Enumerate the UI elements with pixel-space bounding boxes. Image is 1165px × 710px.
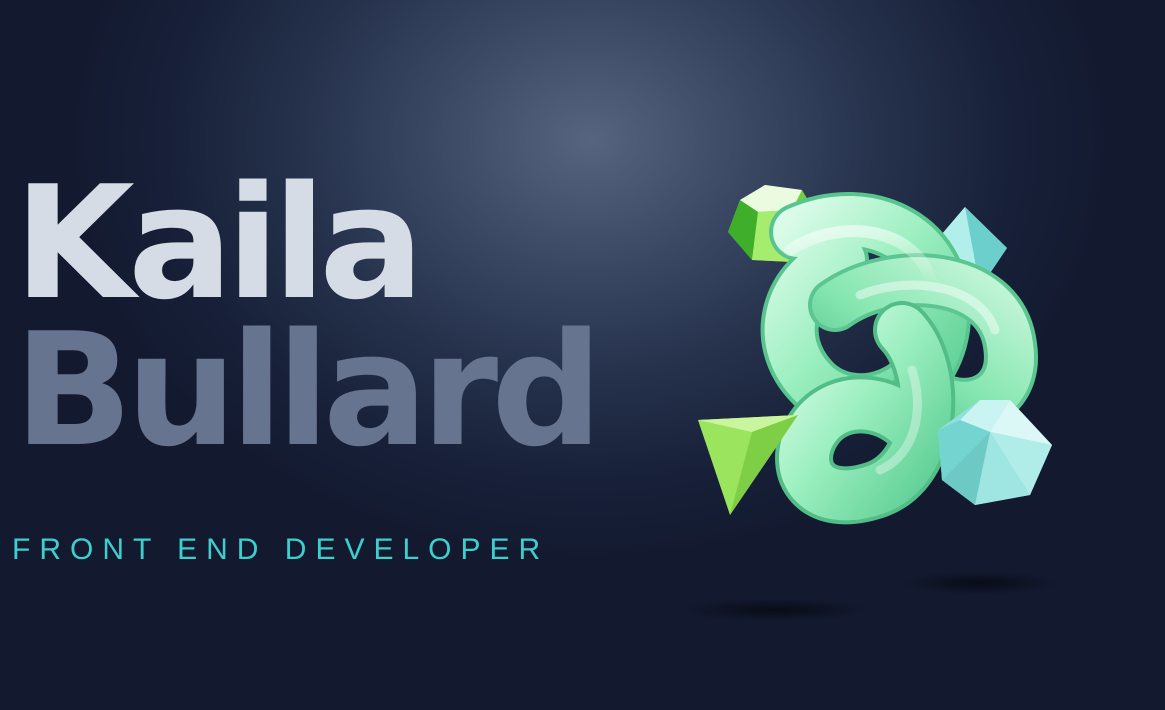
first-name-heading: Kaila (14, 152, 424, 334)
last-name-heading: Bullard (14, 299, 603, 481)
hero-section: Kaila Bullard FRONT END DEVELOPER (0, 0, 1165, 710)
shadow-left (680, 598, 870, 622)
role-subtitle: FRONT END DEVELOPER (12, 533, 550, 566)
shadow-right (900, 571, 1060, 595)
knot-sculpture-illustration (680, 170, 1080, 640)
knot-sculpture-svg (680, 185, 1060, 622)
